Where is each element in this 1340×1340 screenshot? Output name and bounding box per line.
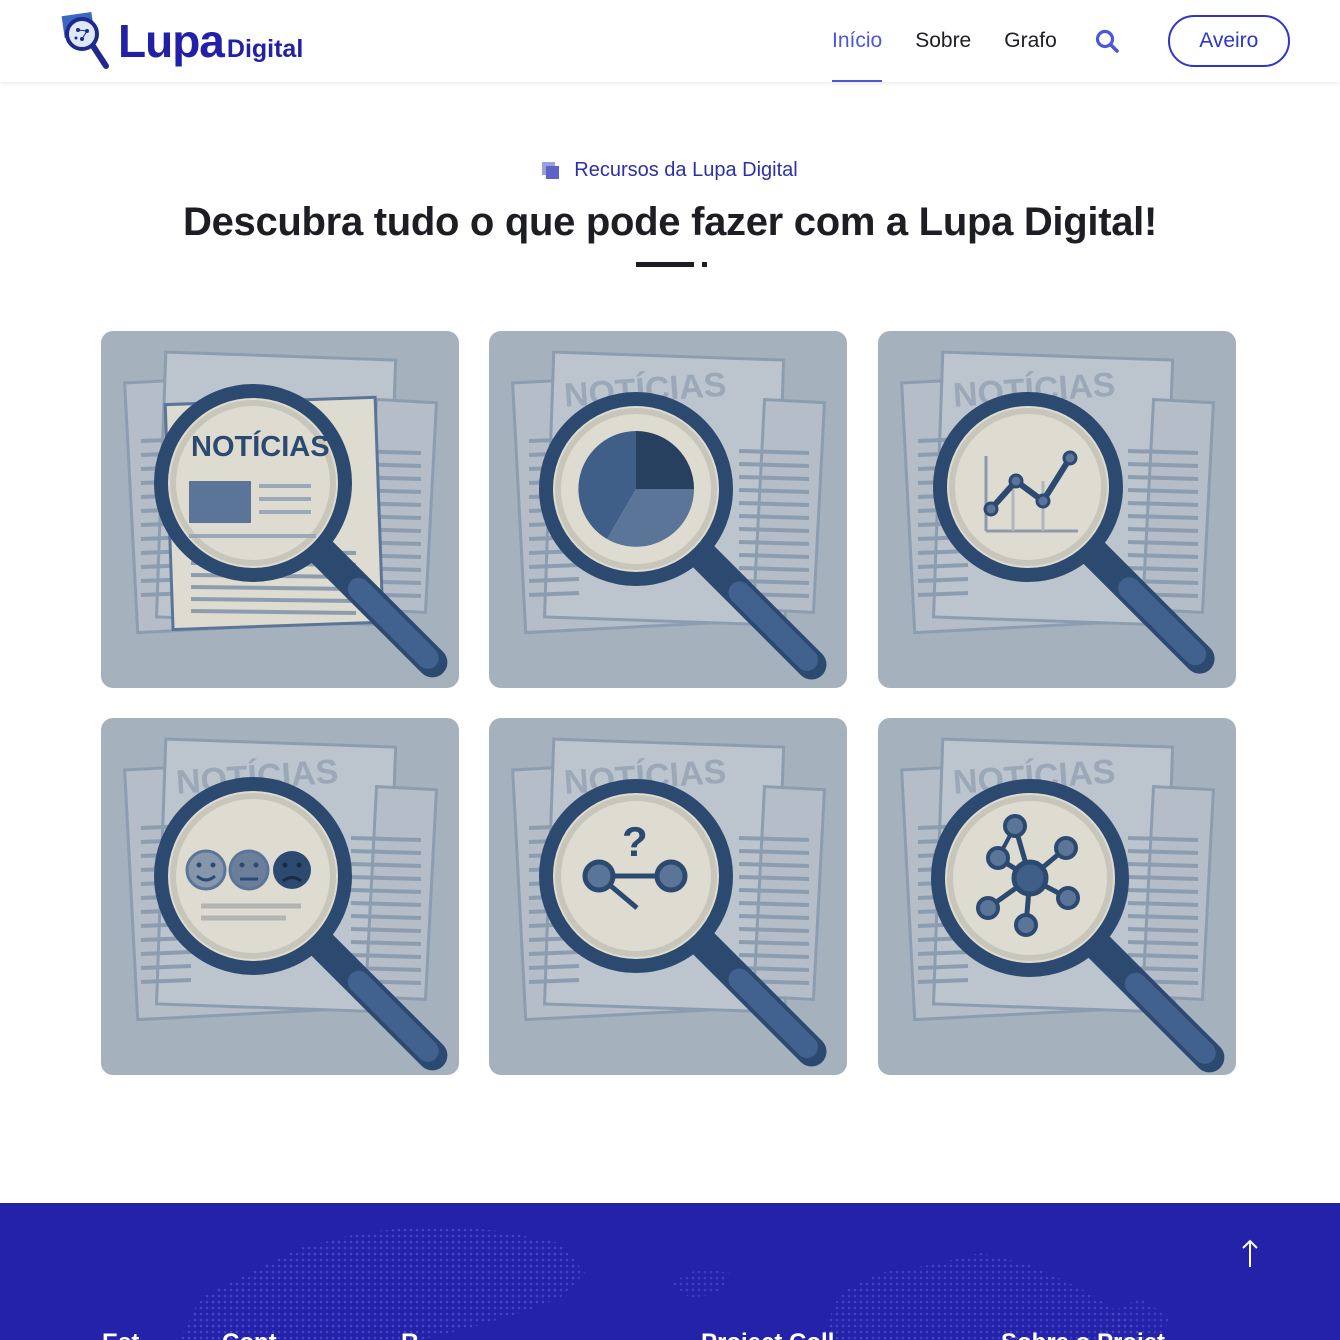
logo-lupa-text: Lupa	[118, 15, 225, 67]
title-underline	[636, 262, 694, 267]
feature-card-line-chart[interactable]: NOTÍCIAS	[878, 331, 1236, 688]
nav-grafo[interactable]: Grafo	[1004, 0, 1057, 82]
feature-card-network[interactable]: NOTÍCIAS	[878, 718, 1236, 1075]
title-underline-dot	[702, 262, 707, 267]
newspaper-magnifier-icon: NOTÍCIAS	[123, 350, 448, 678]
search-icon[interactable]	[1094, 28, 1120, 54]
feature-card-news[interactable]: NOTÍCIAS	[101, 331, 459, 688]
pie-chart-magnifier-icon: NOTÍCIAS	[511, 350, 827, 680]
footer-heading-2: Cont	[222, 1329, 277, 1340]
network-graph-magnifier-icon: NOTÍCIAS	[900, 737, 1225, 1073]
aveiro-button[interactable]: Aveiro	[1167, 15, 1290, 67]
world-map-dots	[180, 1225, 1170, 1340]
feature-card-pie-chart[interactable]: NOTÍCIAS	[489, 331, 847, 688]
logo-digital-text: Digital	[226, 35, 304, 63]
logo-magnifier-icon	[61, 12, 109, 69]
footer-heading-1: Est	[102, 1329, 139, 1340]
feature-card-sentiment[interactable]: NOTÍCIAS	[101, 718, 459, 1075]
eyebrow-text: Recursos da Lupa Digital	[574, 159, 798, 181]
line-chart-magnifier-icon: NOTÍCIAS	[900, 350, 1216, 674]
question-relation-magnifier-icon: NOTÍCIAS ?	[511, 737, 827, 1067]
logo-wordmark: Lupa Digital	[118, 14, 303, 68]
paper-heading: NOTÍCIAS	[191, 429, 330, 463]
main-nav: Início Sobre Grafo Aveiro	[832, 0, 1290, 82]
footer-heading-3: R	[401, 1329, 418, 1340]
footer-headings: Est Cont R Project Coll Sobre o Projet	[0, 1329, 1340, 1340]
site-footer: Est Cont R Project Coll Sobre o Projet	[0, 1203, 1340, 1340]
arrow-up-icon[interactable]	[1236, 1237, 1264, 1269]
nav-inicio[interactable]: Início	[832, 0, 883, 82]
site-logo[interactable]: Lupa Digital	[60, 10, 303, 72]
footer-heading-5: Sobre o Projet	[1001, 1329, 1165, 1340]
stacked-squares-icon	[542, 161, 560, 180]
site-header: Lupa Digital Início Sobre Grafo Aveiro	[0, 0, 1340, 82]
sentiment-magnifier-icon: NOTÍCIAS	[123, 737, 448, 1071]
nav-sobre[interactable]: Sobre	[915, 0, 971, 82]
section-title: Descubra tudo o que pode fazer com a Lup…	[182, 200, 1157, 244]
feature-card-relations[interactable]: NOTÍCIAS ?	[489, 718, 847, 1075]
footer-heading-4: Project Coll	[701, 1329, 834, 1340]
section-eyebrow: Recursos da Lupa Digital	[0, 159, 1340, 182]
svg-text:?: ?	[622, 818, 648, 865]
